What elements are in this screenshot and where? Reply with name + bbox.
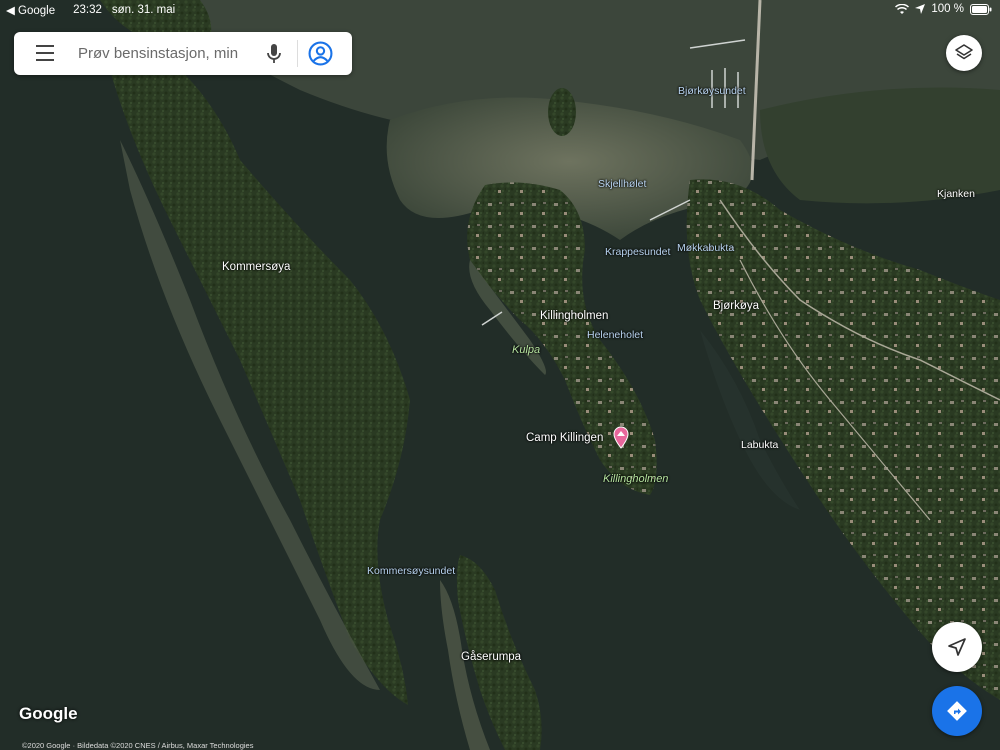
account-icon[interactable] xyxy=(308,41,333,66)
copyright-text[interactable]: ©2020 Google · Bildedata ©2020 CNES / Ai… xyxy=(22,741,253,750)
status-bar: ◀ Google 23:32 søn. 31. mai 100 % xyxy=(0,0,1000,20)
search-divider xyxy=(297,40,298,67)
search-input[interactable]: Prøv bensinstasjon, min xyxy=(78,45,238,62)
label-gaserumpa[interactable]: Gåserumpa xyxy=(461,651,521,663)
label-krappesundet[interactable]: Krappesundet xyxy=(605,246,670,258)
layers-icon xyxy=(955,44,973,60)
battery-percent: 100 % xyxy=(931,3,964,15)
label-labukta[interactable]: Labukta xyxy=(741,439,778,451)
wifi-icon xyxy=(895,3,910,14)
label-kjanken[interactable]: Kjanken xyxy=(937,188,975,200)
label-skjellholet[interactable]: Skjellhølet xyxy=(598,178,646,190)
label-killingholmen-park[interactable]: Killingholmen xyxy=(603,473,668,485)
camping-pin-icon[interactable] xyxy=(611,425,631,449)
label-bjorkoysundet[interactable]: Bjørkøysundet xyxy=(678,85,746,97)
search-bar[interactable]: Prøv bensinstasjon, min xyxy=(14,32,352,75)
mic-icon[interactable] xyxy=(264,43,284,65)
label-camp-killingen[interactable]: Camp Killingen xyxy=(526,432,603,444)
label-kulpa[interactable]: Kulpa xyxy=(512,344,540,356)
google-logo: Google xyxy=(19,704,78,723)
location-arrow-icon xyxy=(915,4,926,14)
battery-icon xyxy=(970,3,992,15)
label-killingholmen[interactable]: Killingholmen xyxy=(540,310,608,322)
directions-button[interactable] xyxy=(932,686,982,736)
label-kommersoya[interactable]: Kommersøya xyxy=(222,261,290,273)
label-mokkabukta[interactable]: Møkkabukta xyxy=(677,242,734,254)
label-heleneholet[interactable]: Heleneholet xyxy=(587,329,643,341)
menu-icon[interactable] xyxy=(36,45,54,62)
label-bjorkoya[interactable]: Bjørkøya xyxy=(713,300,759,312)
satellite-map[interactable] xyxy=(0,0,1000,750)
status-date: søn. 31. mai xyxy=(111,4,176,16)
my-location-button[interactable] xyxy=(932,622,982,672)
layers-button[interactable] xyxy=(946,35,982,71)
directions-icon xyxy=(947,701,967,721)
back-to-app-link[interactable]: ◀ Google xyxy=(6,3,55,17)
navigation-arrow-icon xyxy=(948,638,966,656)
label-kommersoysundet[interactable]: Kommersøysundet xyxy=(367,565,455,577)
status-time: 23:32 xyxy=(73,4,102,16)
